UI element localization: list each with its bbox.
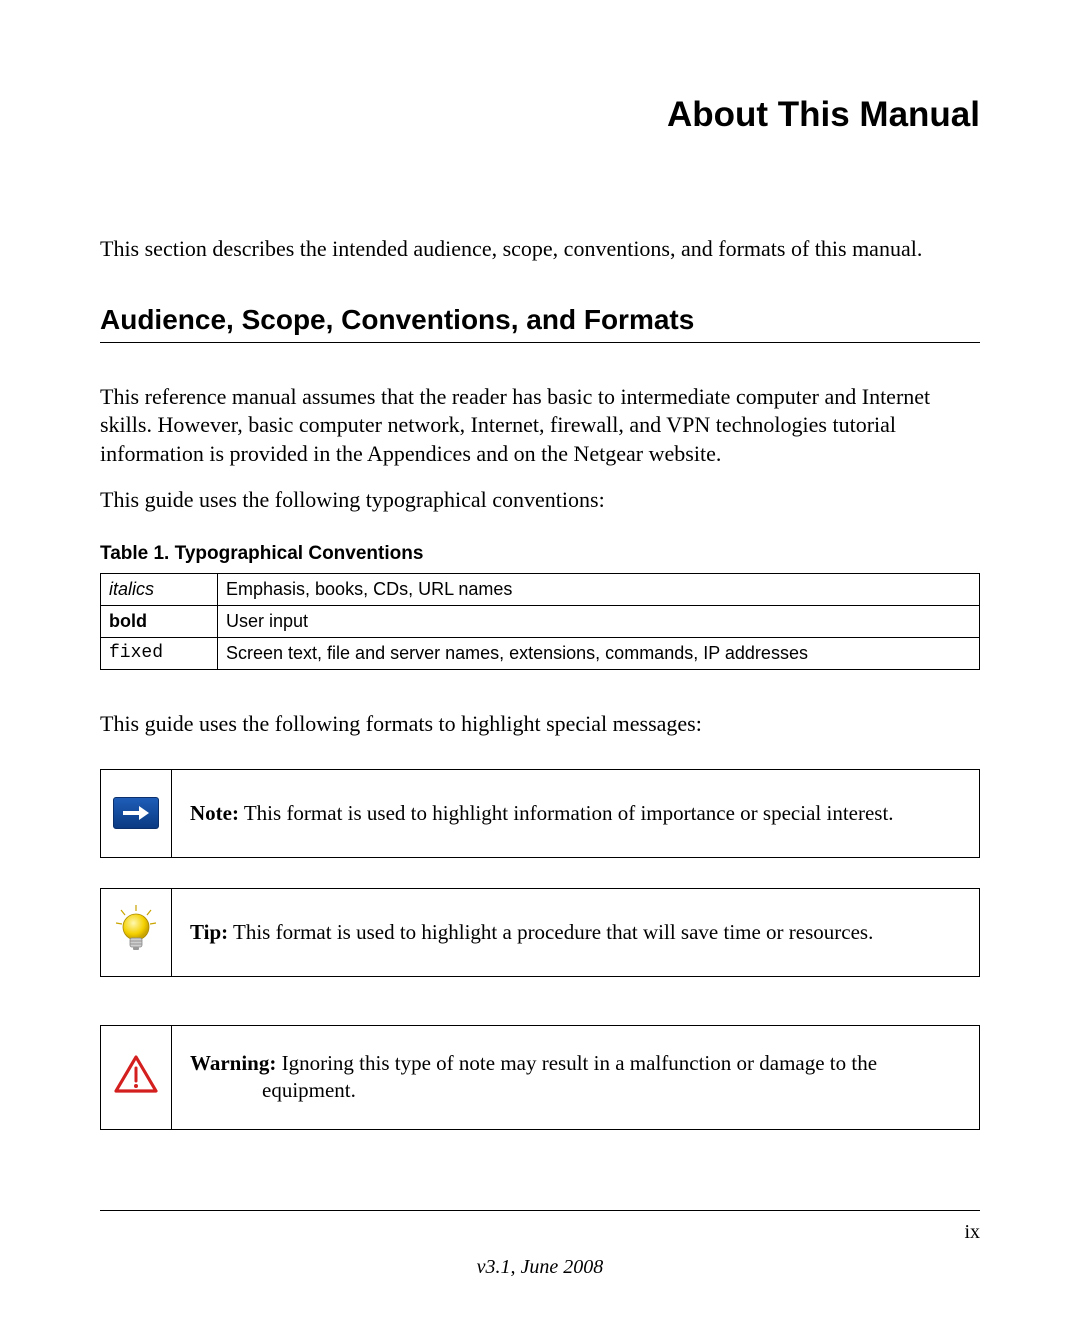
note-label: Note: (190, 801, 239, 825)
arrow-right-icon (113, 797, 159, 829)
paragraph-2: This guide uses the following typographi… (100, 486, 980, 515)
page-number: ix (964, 1221, 980, 1244)
convention-desc: User input (218, 605, 980, 637)
warning-triangle-icon (114, 1055, 158, 1100)
tip-text: Tip: This format is used to highlight a … (172, 889, 979, 976)
warning-icon-cell (101, 1026, 172, 1129)
note-icon-cell (101, 770, 172, 857)
paragraph-1: This reference manual assumes that the r… (100, 383, 980, 469)
intro-paragraph: This section describes the intended audi… (100, 235, 980, 264)
tip-label: Tip: (190, 920, 228, 944)
convention-label: bold (101, 605, 218, 637)
note-callout: Note: This format is used to highlight i… (100, 769, 980, 858)
table-row: italics Emphasis, books, CDs, URL names (101, 573, 980, 605)
version-footer: v3.1, June 2008 (100, 1256, 980, 1279)
table-row: fixed Screen text, file and server names… (101, 637, 980, 669)
warning-body-line2: equipment. (190, 1077, 961, 1104)
table-caption: Table 1. Typographical Conventions (100, 543, 980, 565)
tip-icon-cell (101, 889, 172, 976)
footer-rule: ix (100, 1210, 980, 1244)
warning-text: Warning: Ignoring this type of note may … (172, 1026, 979, 1129)
page: About This Manual This section describes… (0, 0, 1080, 1319)
convention-label: fixed (101, 637, 218, 669)
tip-callout: Tip: This format is used to highlight a … (100, 888, 980, 977)
tip-body: This format is used to highlight a proce… (228, 920, 873, 944)
convention-desc: Screen text, file and server names, exte… (218, 637, 980, 669)
convention-label: italics (101, 573, 218, 605)
paragraph-3: This guide uses the following formats to… (100, 710, 980, 739)
section-heading: Audience, Scope, Conventions, and Format… (100, 304, 980, 343)
table-row: bold User input (101, 605, 980, 637)
conventions-table: italics Emphasis, books, CDs, URL names … (100, 573, 980, 670)
warning-label: Warning: (190, 1051, 276, 1075)
note-body: This format is used to highlight informa… (239, 801, 894, 825)
chapter-title: About This Manual (100, 95, 980, 135)
warning-body: Ignoring this type of note may result in… (276, 1051, 877, 1075)
convention-desc: Emphasis, books, CDs, URL names (218, 573, 980, 605)
lightbulb-icon (113, 905, 159, 960)
note-text: Note: This format is used to highlight i… (172, 770, 979, 857)
warning-callout: Warning: Ignoring this type of note may … (100, 1025, 980, 1130)
